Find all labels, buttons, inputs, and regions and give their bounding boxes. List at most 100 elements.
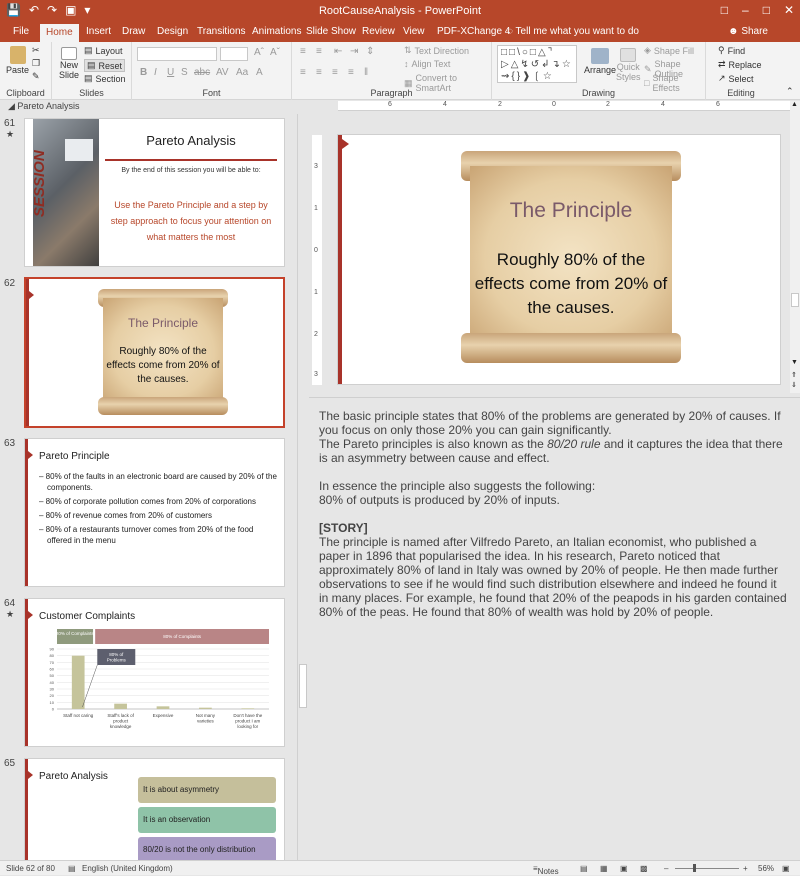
animation-star-icon: ★ [6, 129, 15, 139]
justify-icon[interactable]: ≡ [348, 67, 354, 78]
slide-thumbnail-64[interactable]: Customer Complaints 20% of Complaints 80%… [24, 598, 285, 747]
ruler-mark: 1 [314, 289, 318, 296]
observation-box: It is an observation [138, 807, 276, 833]
collapse-ribbon-icon[interactable]: ⌃ [786, 86, 794, 97]
text-direction-button[interactable]: ⇅ Text Direction [404, 45, 469, 56]
language-indicator[interactable]: English (United Kingdom) [82, 864, 173, 873]
shapes-gallery[interactable]: □□\○□△⌝ ▷△↯↺↲↴☆ ⇝{}❱❲☆ [497, 45, 577, 83]
slide-show-icon[interactable]: ▩ [640, 864, 648, 873]
reading-view-icon[interactable]: ▣ [620, 864, 628, 873]
ruler-mark: 4 [661, 101, 665, 108]
maximize-icon[interactable]: □ [763, 3, 770, 17]
tell-me-box[interactable]: ◌ Tell me what you want to do [507, 26, 639, 37]
minimize-icon[interactable]: – [742, 3, 749, 17]
align-left-icon[interactable]: ≡ [300, 67, 306, 78]
quick-styles-button[interactable]: Quick Styles [616, 48, 641, 82]
tab-insert[interactable]: Insert [86, 26, 111, 37]
reset-icon: ▤ [87, 60, 96, 70]
slide-editing-canvas[interactable]: The Principle Roughly 80% of the effects… [337, 134, 781, 385]
slide-scroll-thumb[interactable] [791, 293, 799, 307]
shape-fill-button[interactable]: ◈ Shape Fill [644, 45, 694, 56]
shadow-icon[interactable]: S [181, 67, 188, 78]
tab-transitions[interactable]: Transitions [197, 26, 246, 37]
numbering-icon[interactable]: ≡ [316, 46, 322, 57]
cut-icon[interactable]: ✂ [32, 45, 40, 56]
thumbnails-scroll-thumb[interactable] [299, 664, 307, 708]
tab-design[interactable]: Design [157, 26, 188, 37]
section-header[interactable]: ◢ Pareto Analysis [0, 101, 300, 114]
find-button[interactable]: ⚲ Find [718, 45, 745, 56]
scroll-down-icon[interactable]: ▼ [791, 359, 798, 366]
slide-sorter-icon[interactable]: ▦ [600, 864, 608, 873]
replace-icon: ⇄ [718, 59, 726, 69]
spelling-icon[interactable]: ▤ [68, 864, 76, 873]
red-accent-bar [25, 599, 28, 746]
next-slide-icon[interactable]: ⇓ [791, 381, 797, 389]
align-right-icon[interactable]: ≡ [332, 67, 338, 78]
tab-review[interactable]: Review [362, 26, 395, 37]
bullets-icon[interactable]: ≡ [300, 46, 306, 57]
align-text-button[interactable]: ↕ Align Text [404, 59, 450, 69]
tab-animations[interactable]: Animations [252, 26, 301, 37]
fit-slide-icon[interactable]: ▣ [782, 864, 790, 873]
arrange-button[interactable]: Arrange [584, 48, 616, 75]
reset-button[interactable]: ▤ Reset [84, 59, 126, 72]
thumbnails-scrollbar[interactable] [297, 114, 307, 860]
previous-slide-icon[interactable]: ⇑ [791, 371, 797, 379]
character-spacing-icon[interactable]: AV [216, 67, 229, 78]
align-center-icon[interactable]: ≡ [316, 67, 322, 78]
decrease-font-icon[interactable]: Aˇ [270, 47, 280, 58]
font-color-icon[interactable]: A [256, 67, 263, 78]
new-slide-button[interactable]: New Slide [59, 47, 79, 80]
strikethrough-icon[interactable]: abc [194, 67, 210, 78]
tab-slide-show[interactable]: Slide Show [306, 26, 356, 37]
close-icon[interactable]: ✕ [784, 3, 794, 17]
layout-button[interactable]: ▤ Layout [84, 45, 123, 56]
slide-thumbnail-65[interactable]: Pareto Analysis It is about asymmetry It… [24, 758, 285, 860]
ribbon-display-options-icon[interactable]: □ [721, 3, 728, 17]
share-button[interactable]: ☻ Share [728, 26, 768, 37]
increase-font-icon[interactable]: Aˆ [254, 47, 264, 58]
zoom-in-icon[interactable]: + [743, 864, 748, 873]
columns-icon[interactable]: ‖ [364, 67, 368, 78]
italic-icon[interactable]: I [154, 67, 157, 78]
section-button[interactable]: ▤ Section [84, 73, 126, 84]
font-name-combo[interactable] [137, 47, 217, 61]
format-painter-icon[interactable]: ✎ [32, 71, 40, 82]
change-case-icon[interactable]: Aa [236, 67, 248, 78]
section-icon: ▤ [84, 73, 93, 83]
notes-button[interactable]: ≡ Notes [533, 864, 559, 876]
scroll-up-icon[interactable]: ▲ [791, 101, 798, 108]
select-button[interactable]: ↗ Select [718, 73, 754, 84]
y-tick-label: 90 [50, 647, 55, 652]
slide-thumbnail-61[interactable]: SESSION Pareto Analysis By the end of th… [24, 118, 285, 267]
zoom-slider-thumb[interactable] [693, 864, 696, 872]
parchment-scroll[interactable]: The Principle Roughly 80% of the effects… [461, 151, 681, 363]
increase-indent-icon[interactable]: ⇥ [350, 46, 358, 57]
tab-draw[interactable]: Draw [122, 26, 145, 37]
red-accent-arrow [28, 611, 33, 619]
replace-button[interactable]: ⇄ Replace [718, 59, 762, 70]
tab-file[interactable]: File [13, 26, 29, 37]
zoom-out-icon[interactable]: – [664, 864, 668, 873]
font-size-combo[interactable] [220, 47, 248, 61]
notes-splitter[interactable] [309, 397, 800, 398]
tab-view[interactable]: View [403, 26, 425, 37]
normal-view-icon[interactable]: ▤ [580, 864, 588, 873]
decrease-indent-icon[interactable]: ⇤ [334, 46, 342, 57]
header-left-label: 20% of Complaints [56, 631, 95, 636]
slide-scrollbar[interactable]: ▲ ▼ ⇑ ⇓ [790, 101, 800, 393]
paste-button[interactable]: Paste [6, 46, 29, 75]
tab-home[interactable]: Home [40, 24, 79, 42]
bold-icon[interactable]: B [140, 67, 147, 78]
zoom-level[interactable]: 56% [758, 864, 774, 873]
slide-thumbnail-63[interactable]: Pareto Principle – 80% of the faults in … [24, 438, 285, 587]
line-spacing-icon[interactable]: ⇕ [366, 46, 374, 57]
copy-icon[interactable]: ❐ [32, 58, 40, 69]
tab-pdf-xchange[interactable]: PDF-XChange 4 [437, 26, 510, 37]
speaker-notes[interactable]: The basic principle states that 80% of t… [319, 409, 789, 619]
notes-paragraph: In essence the principle also suggests t… [319, 479, 596, 493]
zoom-slider[interactable] [675, 868, 739, 869]
slide-thumbnail-62[interactable]: The Principle Roughly 80% of the effects… [24, 277, 285, 428]
underline-icon[interactable]: U [167, 67, 174, 78]
